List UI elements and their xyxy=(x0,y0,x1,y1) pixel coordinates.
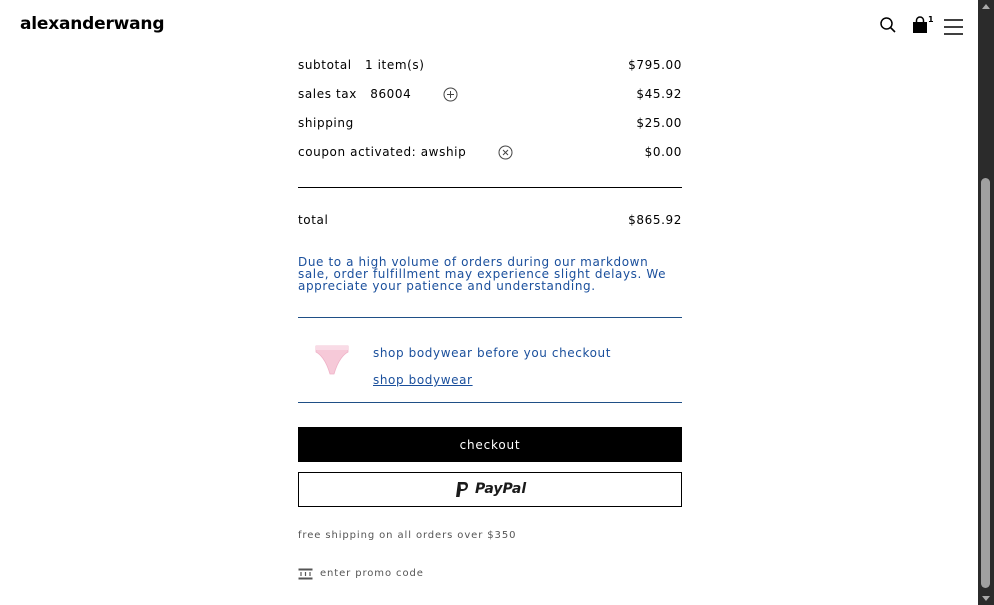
shipping-row: shipping $25.00 xyxy=(298,116,682,132)
sales-tax-value: $45.92 xyxy=(636,87,682,101)
total-label: total xyxy=(298,213,329,227)
sales-tax-label: sales tax 86004 xyxy=(298,87,412,101)
sales-tax-row: sales tax 86004 $45.92 xyxy=(298,87,682,103)
subtotal-label: subtotal 1 item(s) xyxy=(298,58,425,72)
shipping-delay-notice: Due to a high volume of orders during ou… xyxy=(298,255,667,293)
search-icon[interactable] xyxy=(879,16,897,34)
promo-bottom-divider xyxy=(298,402,682,403)
order-summary: subtotal 1 item(s) $795.00 sales tax 860… xyxy=(298,58,682,598)
coupon-row: coupon activated: awship $0.00 xyxy=(298,145,682,161)
shopping-bag-icon[interactable] xyxy=(911,16,929,34)
promo-title: shop bodywear before you checkout xyxy=(373,346,612,360)
item-count: 1 item(s) xyxy=(364,58,425,72)
checkout-button[interactable]: checkout xyxy=(298,427,682,462)
brand-logo[interactable]: alexanderwang xyxy=(20,14,165,34)
subtotal-row: subtotal 1 item(s) $795.00 xyxy=(298,58,682,74)
shipping-label: shipping xyxy=(298,116,354,130)
cart-count-badge: 1 xyxy=(928,15,934,24)
shipping-value: $25.00 xyxy=(636,116,682,130)
total-row: total $865.92 xyxy=(298,213,682,229)
total-value: $865.92 xyxy=(628,213,682,227)
tax-zip-code: 86004 xyxy=(370,87,412,101)
paypal-logo-icon xyxy=(456,482,469,497)
free-shipping-note: free shipping on all orders over $350 xyxy=(298,530,517,541)
total-divider xyxy=(298,187,682,188)
site-header: alexanderwang 1 xyxy=(0,0,978,52)
page-scrollbar[interactable] xyxy=(978,0,994,605)
promo-ticket-icon xyxy=(298,568,313,580)
promo-code-label: enter promo code xyxy=(320,568,424,579)
paypal-label: PayPal xyxy=(475,481,527,497)
close-circle-icon[interactable] xyxy=(498,145,513,160)
coupon-label: coupon activated: awship xyxy=(298,145,467,159)
coupon-value: $0.00 xyxy=(644,145,682,159)
scrollbar-thumb[interactable] xyxy=(981,178,990,588)
promo-top-divider xyxy=(298,317,682,318)
hamburger-menu-icon[interactable] xyxy=(944,18,963,36)
plus-circle-icon[interactable] xyxy=(443,87,458,102)
subtotal-value: $795.00 xyxy=(628,58,682,72)
paypal-button[interactable]: PayPal xyxy=(298,472,682,507)
scroll-up-arrow-icon[interactable] xyxy=(982,4,990,9)
shop-bodywear-link[interactable]: shop bodywear xyxy=(373,373,473,387)
scroll-down-arrow-icon[interactable] xyxy=(982,596,990,601)
bodywear-product-image[interactable] xyxy=(312,340,352,382)
